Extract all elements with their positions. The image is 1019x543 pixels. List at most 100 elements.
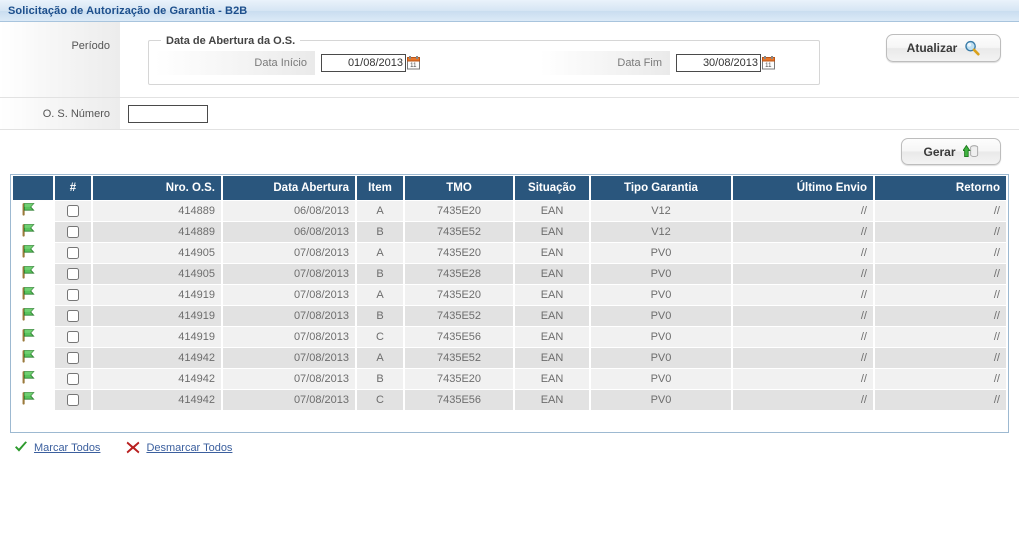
row-checkbox-cell[interactable] [55, 264, 91, 284]
row-checkbox[interactable] [67, 289, 79, 302]
row-checkbox-cell[interactable] [55, 327, 91, 347]
row-checkbox-cell[interactable] [55, 369, 91, 389]
cell-tmo: 7435E56 [405, 390, 513, 410]
cell-tipo-garantia: PV0 [591, 306, 731, 326]
cell-tipo-garantia: PV0 [591, 285, 731, 305]
green-flag-icon[interactable] [13, 348, 53, 368]
table-row[interactable]: 414919 07/08/2013 C 7435E56 EAN PV0//// [13, 327, 1006, 347]
row-checkbox[interactable] [67, 205, 79, 218]
green-flag-icon[interactable] [13, 285, 53, 305]
desmarcar-todos-link[interactable]: Desmarcar Todos [146, 442, 232, 454]
cell-nro-os: 414942 [93, 369, 221, 389]
data-inicio-input[interactable] [321, 54, 406, 72]
table-body: 414889 06/08/2013 A 7435E20 EAN V12////414889… [13, 201, 1006, 410]
table-row[interactable]: 414942 07/08/2013 B 7435E20 EAN PV0//// [13, 369, 1006, 389]
data-fim-input[interactable] [676, 54, 761, 72]
cell-nro-os: 414889 [93, 201, 221, 221]
marcar-todos-link[interactable]: Marcar Todos [34, 442, 100, 454]
row-checkbox[interactable] [67, 352, 79, 365]
col-header-check[interactable]: # [55, 176, 91, 200]
table-row[interactable]: 414905 07/08/2013 B 7435E28 EAN PV0//// [13, 264, 1006, 284]
filter-form: Período Data de Abertura da O.S. Data In… [0, 22, 1019, 130]
col-header-ultimo-envio[interactable]: Último Envio [733, 176, 873, 200]
cell-situacao: EAN [515, 243, 589, 263]
gerar-button[interactable]: Gerar [901, 138, 1001, 165]
cell-retorno: // [875, 306, 1006, 326]
row-checkbox[interactable] [67, 268, 79, 281]
atualizar-button-label: Atualizar [906, 41, 958, 55]
cell-tipo-garantia: V12 [591, 222, 731, 242]
generate-toolbar: Gerar [0, 130, 1019, 174]
row-checkbox-cell[interactable] [55, 222, 91, 242]
row-checkbox-cell[interactable] [55, 285, 91, 305]
row-checkbox-cell[interactable] [55, 243, 91, 263]
green-flag-icon[interactable] [13, 243, 53, 263]
cell-item: C [357, 327, 403, 347]
table-row[interactable]: 414942 07/08/2013 A 7435E52 EAN PV0//// [13, 348, 1006, 368]
green-flag-icon[interactable] [13, 369, 53, 389]
table-row[interactable]: 414889 06/08/2013 A 7435E20 EAN V12//// [13, 201, 1006, 221]
cell-nro-os: 414919 [93, 285, 221, 305]
table-header-row: # Nro. O.S. Data Abertura Item TMO Situa… [13, 176, 1006, 200]
cell-retorno: // [875, 222, 1006, 242]
cell-retorno: // [875, 264, 1006, 284]
table-row[interactable]: 414905 07/08/2013 A 7435E20 EAN PV0//// [13, 243, 1006, 263]
col-header-nro-os[interactable]: Nro. O.S. [93, 176, 221, 200]
col-header-situacao[interactable]: Situação [515, 176, 589, 200]
row-checkbox[interactable] [67, 331, 79, 344]
green-flag-icon[interactable] [13, 306, 53, 326]
green-flag-icon[interactable] [13, 390, 53, 410]
cell-retorno: // [875, 327, 1006, 347]
row-checkbox-cell[interactable] [55, 306, 91, 326]
cell-item: A [357, 201, 403, 221]
row-checkbox-cell[interactable] [55, 201, 91, 221]
cell-data-abertura: 06/08/2013 [223, 222, 355, 242]
cell-nro-os: 414889 [93, 222, 221, 242]
cell-nro-os: 414905 [93, 264, 221, 284]
table-row[interactable]: 414919 07/08/2013 B 7435E52 EAN PV0//// [13, 306, 1006, 326]
cell-ultimo-envio: // [733, 285, 873, 305]
os-numero-input[interactable] [128, 104, 208, 123]
cell-item: A [357, 348, 403, 368]
row-checkbox[interactable] [67, 394, 79, 407]
table-row[interactable]: 414942 07/08/2013 C 7435E56 EAN PV0//// [13, 390, 1006, 410]
col-header-retorno[interactable]: Retorno [875, 176, 1006, 200]
col-header-data-abertura[interactable]: Data Abertura [223, 176, 355, 200]
green-flag-icon[interactable] [13, 201, 53, 221]
os-numero-row: O. S. Número [0, 98, 1019, 130]
cell-tmo: 7435E52 [405, 348, 513, 368]
green-flag-icon[interactable] [13, 222, 53, 242]
table-row[interactable]: 414919 07/08/2013 A 7435E20 EAN PV0//// [13, 285, 1006, 305]
col-header-tipo-garantia[interactable]: Tipo Garantia [591, 176, 731, 200]
row-checkbox[interactable] [67, 310, 79, 323]
data-inicio-field: Data Início 11 [155, 51, 420, 75]
cell-situacao: EAN [515, 264, 589, 284]
cell-tipo-garantia: PV0 [591, 390, 731, 410]
row-checkbox[interactable] [67, 373, 79, 386]
col-header-flag[interactable] [13, 176, 53, 200]
cell-data-abertura: 07/08/2013 [223, 243, 355, 263]
col-header-item[interactable]: Item [357, 176, 403, 200]
results-table-container[interactable]: # Nro. O.S. Data Abertura Item TMO Situa… [10, 174, 1009, 433]
col-header-tmo[interactable]: TMO [405, 176, 513, 200]
green-flag-icon[interactable] [13, 264, 53, 284]
cell-ultimo-envio: // [733, 201, 873, 221]
calendar-icon[interactable]: 11 [407, 56, 420, 70]
green-flag-icon[interactable] [13, 327, 53, 347]
cell-data-abertura: 07/08/2013 [223, 327, 355, 347]
calendar-icon[interactable]: 11 [762, 56, 775, 70]
row-checkbox-cell[interactable] [55, 348, 91, 368]
cell-tmo: 7435E28 [405, 264, 513, 284]
red-x-icon [126, 441, 140, 454]
os-numero-label: O. S. Número [0, 98, 120, 129]
table-row[interactable]: 414889 06/08/2013 B 7435E52 EAN V12//// [13, 222, 1006, 242]
cell-nro-os: 414919 [93, 327, 221, 347]
periodo-value-cell: Data de Abertura da O.S. Data Início 11 [120, 22, 1019, 97]
atualizar-button[interactable]: Atualizar [886, 34, 1001, 62]
cell-situacao: EAN [515, 201, 589, 221]
cell-tmo: 7435E20 [405, 369, 513, 389]
row-checkbox[interactable] [67, 247, 79, 260]
row-checkbox-cell[interactable] [55, 390, 91, 410]
cell-tipo-garantia: PV0 [591, 348, 731, 368]
row-checkbox[interactable] [67, 226, 79, 239]
